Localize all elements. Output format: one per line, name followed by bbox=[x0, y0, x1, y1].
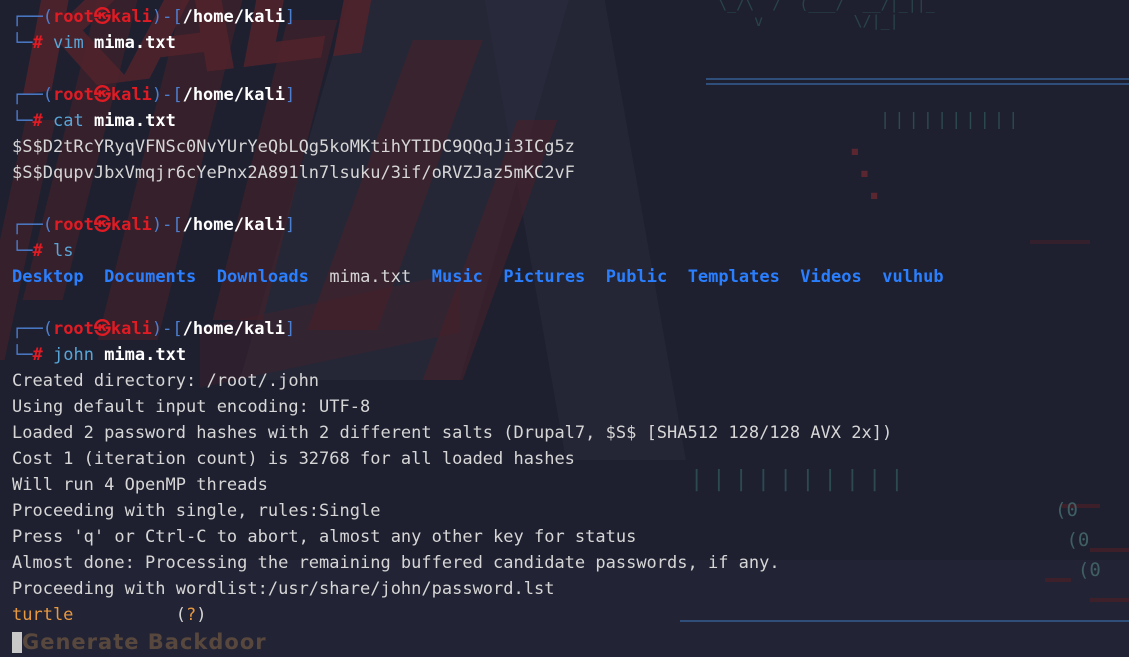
listing-gap bbox=[780, 267, 800, 287]
listing-directory[interactable]: Downloads bbox=[217, 267, 309, 287]
listing-gap bbox=[84, 267, 104, 287]
output-line: Loaded 2 password hashes with 2 differen… bbox=[12, 423, 893, 443]
prompt-bracket-close: ] bbox=[284, 215, 296, 235]
prompt-user: root bbox=[52, 7, 94, 27]
prompt-bracket-close: ] bbox=[284, 7, 296, 27]
prompt-host: kali bbox=[110, 7, 152, 27]
output-line: Almost done: Processing the remaining bu… bbox=[12, 553, 780, 573]
command-line[interactable]: └─# john mima.txt bbox=[12, 342, 1129, 368]
kali-dragon-icon: ㉿ bbox=[93, 85, 111, 105]
prompt-host: kali bbox=[110, 215, 152, 235]
cracked-password-line: turtle (?) bbox=[12, 602, 1129, 628]
prompt-close-paren: )-[ bbox=[151, 215, 183, 235]
prompt-corner-bottom: └─ bbox=[12, 345, 33, 365]
prompt-corner-bottom: └─ bbox=[12, 33, 33, 53]
directory-listing[interactable]: Desktop Documents Downloads mima.txt Mus… bbox=[12, 264, 1129, 290]
command-name: vim bbox=[52, 33, 84, 53]
wallpaper-footer-label: Generate Backdoor bbox=[22, 630, 267, 654]
terminal-window[interactable]: KALI \_/\ / (___/ __/|_||_ v \/|_| |||||… bbox=[0, 0, 1129, 657]
prompt-close-paren: )-[ bbox=[151, 319, 183, 339]
listing-directory[interactable]: Pictures bbox=[503, 267, 585, 287]
prompt-host: kali bbox=[110, 319, 152, 339]
kali-dragon-icon: ㉿ bbox=[93, 215, 111, 235]
listing-directory[interactable]: Documents bbox=[104, 267, 196, 287]
prompt-line: ┌──(root㉿kali)-[/home/kali] bbox=[12, 212, 1129, 238]
cracked-spacer bbox=[73, 605, 175, 625]
listing-gap bbox=[196, 267, 216, 287]
prompt-hash-symbol: # bbox=[32, 33, 43, 53]
prompt-hash-symbol: # bbox=[32, 345, 43, 365]
listing-directory[interactable]: vulhub bbox=[882, 267, 943, 287]
cracked-password: turtle bbox=[12, 605, 74, 625]
prompt-user: root bbox=[52, 319, 94, 339]
prompt-line: ┌──(root㉿kali)-[/home/kali] bbox=[12, 4, 1129, 30]
command-line[interactable]: └─# ls bbox=[12, 238, 1129, 264]
prompt-path: /home/kali bbox=[182, 215, 285, 235]
prompt-corner-top: ┌──( bbox=[12, 85, 53, 105]
listing-gap bbox=[862, 267, 882, 287]
output-line: Proceeding with wordlist:/usr/share/john… bbox=[12, 579, 555, 599]
listing-directory[interactable]: Videos bbox=[800, 267, 861, 287]
listing-directory[interactable]: Desktop bbox=[12, 267, 84, 287]
output-line: Press 'q' or Ctrl-C to abort, almost any… bbox=[12, 527, 637, 547]
cracked-user-close: ) bbox=[196, 605, 207, 625]
listing-file[interactable]: mima.txt bbox=[329, 267, 411, 287]
prompt-path: /home/kali bbox=[182, 7, 285, 27]
output-line: Using default input encoding: UTF-8 bbox=[12, 397, 371, 417]
prompt-path: /home/kali bbox=[182, 319, 285, 339]
command-args: mima.txt bbox=[93, 33, 176, 53]
prompt-user: root bbox=[52, 85, 94, 105]
output-line: Will run 4 OpenMP threads bbox=[12, 475, 268, 495]
prompt-corner-bottom: └─ bbox=[12, 111, 33, 131]
command-name: ls bbox=[52, 241, 74, 261]
prompt-corner-top: ┌──( bbox=[12, 319, 53, 339]
prompt-close-paren: )-[ bbox=[151, 85, 183, 105]
command-line[interactable]: └─# cat mima.txt bbox=[12, 108, 1129, 134]
listing-gap bbox=[483, 267, 503, 287]
prompt-host: kali bbox=[110, 85, 152, 105]
kali-dragon-icon: ㉿ bbox=[93, 319, 111, 339]
text-cursor bbox=[12, 632, 22, 653]
prompt-line: ┌──(root㉿kali)-[/home/kali] bbox=[12, 82, 1129, 108]
kali-dragon-icon: ㉿ bbox=[93, 7, 111, 27]
cracked-user-mark: ? bbox=[186, 605, 197, 625]
listing-gap bbox=[667, 267, 687, 287]
command-name: john bbox=[52, 345, 94, 365]
terminal-screen[interactable]: ┌──(root㉿kali)-[/home/kali] └─# vim mima… bbox=[0, 0, 1129, 628]
listing-directory[interactable]: Templates bbox=[688, 267, 780, 287]
output-line: $S$D2tRcYRyqVFNSc0NvYUrYeQbLQg5koMKtihYT… bbox=[12, 137, 575, 157]
prompt-line: ┌──(root㉿kali)-[/home/kali] bbox=[12, 316, 1129, 342]
prompt-corner-top: ┌──( bbox=[12, 215, 53, 235]
prompt-bracket-close: ] bbox=[284, 319, 296, 339]
prompt-hash-symbol: # bbox=[32, 241, 43, 261]
listing-directory[interactable]: Public bbox=[606, 267, 667, 287]
prompt-bracket-close: ] bbox=[284, 85, 296, 105]
prompt-path: /home/kali bbox=[182, 85, 285, 105]
output-line: Cost 1 (iteration count) is 32768 for al… bbox=[12, 449, 575, 469]
command-args: mima.txt bbox=[93, 111, 176, 131]
prompt-close-paren: )-[ bbox=[151, 7, 183, 27]
command-line[interactable]: └─# vim mima.txt bbox=[12, 30, 1129, 56]
listing-gap bbox=[309, 267, 329, 287]
command-name: cat bbox=[52, 111, 84, 131]
listing-gap bbox=[585, 267, 605, 287]
prompt-hash-symbol: # bbox=[32, 111, 43, 131]
prompt-user: root bbox=[52, 215, 94, 235]
cracked-user-open: ( bbox=[175, 605, 187, 625]
output-line: Created directory: /root/.john bbox=[12, 371, 320, 391]
output-line: $S$DqupvJbxVmqjr6cYePnx2A891ln7lsuku/3if… bbox=[12, 163, 575, 183]
prompt-corner-top: ┌──( bbox=[12, 7, 53, 27]
command-args: mima.txt bbox=[104, 345, 187, 365]
listing-directory[interactable]: Music bbox=[432, 267, 483, 287]
prompt-corner-bottom: └─ bbox=[12, 241, 33, 261]
output-line: Proceeding with single, rules:Single bbox=[12, 501, 381, 521]
listing-gap bbox=[411, 267, 431, 287]
